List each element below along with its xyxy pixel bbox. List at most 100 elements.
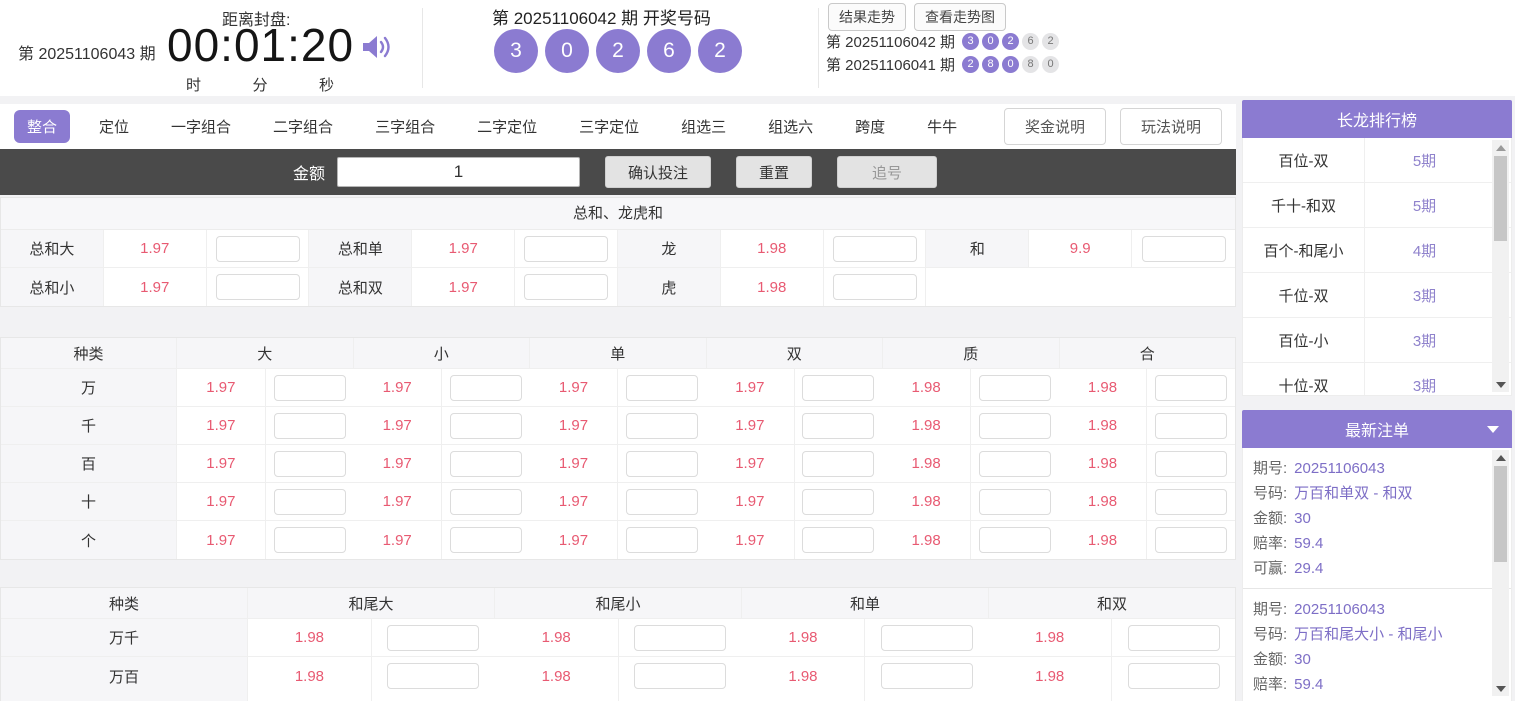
bet-amount-input[interactable]	[833, 274, 917, 300]
odds-cell[interactable]: 1.98	[988, 657, 1112, 695]
odds-cell[interactable]: 1.97	[177, 521, 266, 559]
bet-amount-input[interactable]	[1155, 413, 1227, 439]
odds-cell[interactable]: 1.98	[1059, 407, 1148, 444]
scroll-down-icon[interactable]	[1492, 681, 1509, 696]
bet-amount-input[interactable]	[979, 451, 1051, 477]
bet-amount-input[interactable]	[1155, 375, 1227, 401]
odds-cell[interactable]: 1.97	[353, 445, 442, 482]
bet-amount-input[interactable]	[1142, 236, 1226, 262]
rank-scrollbar[interactable]	[1492, 140, 1509, 392]
orders-scrollbar-thumb[interactable]	[1494, 466, 1507, 562]
view-trend-chart-button[interactable]: 查看走势图	[914, 3, 1006, 31]
scroll-up-icon[interactable]	[1492, 140, 1509, 155]
bet-amount-input[interactable]	[634, 625, 726, 651]
odds-cell[interactable]: 1.97	[353, 369, 442, 406]
bet-amount-input[interactable]	[979, 375, 1051, 401]
bet-amount-input[interactable]	[1155, 489, 1227, 515]
odds-cell[interactable]	[248, 695, 372, 701]
bet-amount-input[interactable]	[1128, 663, 1220, 689]
odds-cell[interactable]: 1.98	[495, 657, 619, 695]
reset-button[interactable]: 重置	[736, 156, 812, 188]
tab-定位[interactable]: 定位	[86, 110, 142, 143]
bet-amount-input[interactable]	[524, 236, 608, 262]
odds-cell[interactable]: 1.98	[882, 407, 971, 444]
bet-amount-input[interactable]	[274, 413, 346, 439]
odds-cell[interactable]: 1.97	[530, 445, 619, 482]
odds-cell[interactable]: 1.97	[104, 230, 207, 267]
odds-cell[interactable]: 1.98	[882, 483, 971, 520]
tab-组选六[interactable]: 组选六	[755, 110, 826, 143]
bet-amount-input[interactable]	[881, 625, 973, 651]
odds-cell[interactable]	[495, 695, 619, 701]
bet-amount-input[interactable]	[979, 413, 1051, 439]
odds-cell[interactable]: 1.98	[882, 445, 971, 482]
rank-scrollbar-thumb[interactable]	[1494, 156, 1507, 241]
odds-cell[interactable]: 1.97	[412, 268, 515, 306]
tab-一字组合[interactable]: 一字组合	[158, 110, 244, 143]
tab-组选三[interactable]: 组选三	[668, 110, 739, 143]
play-rules-button[interactable]: 玩法说明	[1120, 108, 1222, 145]
odds-cell[interactable]: 1.98	[1059, 445, 1148, 482]
odds-cell[interactable]: 1.97	[706, 483, 795, 520]
odds-cell[interactable]	[742, 695, 866, 701]
bet-amount-input[interactable]	[387, 663, 479, 689]
odds-cell[interactable]: 1.97	[530, 483, 619, 520]
bet-amount-input[interactable]	[274, 451, 346, 477]
odds-cell[interactable]: 1.97	[706, 521, 795, 559]
chase-number-button[interactable]: 追号	[837, 156, 937, 188]
bet-amount-input[interactable]	[626, 451, 698, 477]
odds-cell[interactable]: 1.97	[177, 483, 266, 520]
bet-amount-input[interactable]	[450, 413, 522, 439]
bet-amount-input[interactable]	[274, 489, 346, 515]
result-trend-button[interactable]: 结果走势	[828, 3, 906, 31]
bet-amount-input[interactable]	[881, 663, 973, 689]
odds-cell[interactable]: 1.98	[1059, 369, 1148, 406]
bet-amount-input[interactable]	[634, 663, 726, 689]
scroll-down-icon[interactable]	[1492, 377, 1509, 392]
odds-cell[interactable]: 1.98	[742, 619, 866, 656]
bet-amount-input[interactable]	[387, 625, 479, 651]
odds-cell[interactable]: 1.98	[882, 521, 971, 559]
odds-cell[interactable]: 1.97	[177, 407, 266, 444]
odds-cell[interactable]: 1.98	[248, 619, 372, 656]
odds-cell[interactable]: 1.98	[742, 657, 866, 695]
odds-cell[interactable]: 1.97	[104, 268, 207, 306]
tab-二字定位[interactable]: 二字定位	[464, 110, 550, 143]
bet-amount-input[interactable]	[216, 236, 300, 262]
bet-amount-input[interactable]	[626, 413, 698, 439]
bet-amount-input[interactable]	[450, 375, 522, 401]
bet-amount-input[interactable]	[216, 274, 300, 300]
bet-amount-input[interactable]	[802, 375, 874, 401]
collapse-caret-icon[interactable]	[1487, 426, 1499, 433]
bet-amount-input[interactable]	[1155, 451, 1227, 477]
bet-amount-input[interactable]	[274, 527, 346, 553]
bet-amount-input[interactable]	[450, 451, 522, 477]
bet-amount-input[interactable]	[833, 236, 917, 262]
tab-三字组合[interactable]: 三字组合	[362, 110, 448, 143]
bet-amount-input[interactable]	[979, 527, 1051, 553]
bet-amount-input[interactable]	[626, 375, 698, 401]
tab-牛牛[interactable]: 牛牛	[914, 110, 970, 143]
scroll-up-icon[interactable]	[1492, 450, 1509, 465]
odds-cell[interactable]: 1.97	[530, 521, 619, 559]
orders-scrollbar[interactable]	[1492, 450, 1509, 696]
bet-amount-input[interactable]	[626, 527, 698, 553]
odds-cell[interactable]: 1.98	[495, 619, 619, 656]
odds-cell[interactable]: 1.98	[721, 268, 824, 306]
odds-cell[interactable]: 1.97	[530, 369, 619, 406]
odds-cell[interactable]	[988, 695, 1112, 701]
odds-cell[interactable]: 1.97	[177, 369, 266, 406]
odds-cell[interactable]: 1.98	[988, 619, 1112, 656]
tab-跨度[interactable]: 跨度	[842, 110, 898, 143]
odds-cell[interactable]: 1.97	[353, 521, 442, 559]
tab-二字组合[interactable]: 二字组合	[260, 110, 346, 143]
odds-cell[interactable]: 1.97	[706, 407, 795, 444]
odds-cell[interactable]: 1.97	[353, 407, 442, 444]
bet-amount-input[interactable]	[802, 527, 874, 553]
bet-amount-input[interactable]	[802, 451, 874, 477]
bet-amount-input[interactable]	[274, 375, 346, 401]
bet-amount-input[interactable]	[450, 527, 522, 553]
bet-amount-input[interactable]	[450, 489, 522, 515]
odds-cell[interactable]: 1.97	[353, 483, 442, 520]
odds-cell[interactable]: 1.98	[1059, 521, 1148, 559]
